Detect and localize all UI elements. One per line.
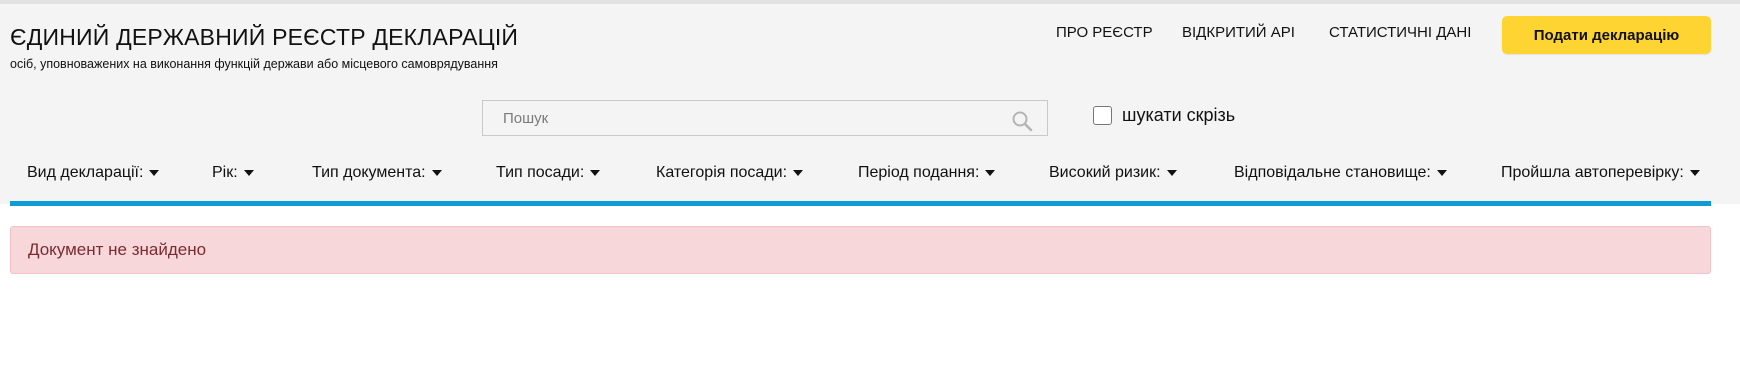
filter-label: Період подання: [858, 164, 980, 181]
filter-label: Тип документа: [312, 164, 426, 181]
caret-down-icon [1166, 170, 1177, 176]
caret-down-icon [985, 170, 996, 176]
filter-high-risk[interactable]: Високий ризик: [1049, 164, 1177, 182]
header: ЄДИНИЙ ДЕРЖАВНИЙ РЕЄСТР ДЕКЛАРАЦІЙ осіб,… [0, 4, 1740, 204]
search-input[interactable] [483, 101, 1047, 135]
search-box [482, 100, 1048, 136]
filter-bar: Вид декларації: Рік: Тип документа: Тип … [0, 164, 1740, 190]
filter-bar-underline [10, 201, 1711, 206]
site-subtitle: осіб, уповноважених на виконання функцій… [10, 57, 498, 71]
submit-declaration-button[interactable]: Подати декларацію [1502, 16, 1711, 54]
filter-document-type[interactable]: Тип документа: [312, 164, 442, 182]
filter-submission-period[interactable]: Період подання: [858, 164, 996, 182]
alert-message: Документ не знайдено [28, 240, 207, 259]
filter-label: Вид декларації: [27, 164, 144, 181]
filter-autocheck-passed[interactable]: Пройшла автоперевірку: [1501, 164, 1700, 182]
filter-position-type[interactable]: Тип посади: [496, 164, 601, 182]
filter-label: Категорія посади: [656, 164, 788, 181]
nav-link-about[interactable]: ПРО РЕЄСТР [1056, 24, 1153, 41]
caret-down-icon [149, 170, 160, 176]
checkbox-box[interactable] [1093, 106, 1112, 125]
caret-down-icon [1689, 170, 1700, 176]
filter-label: Тип посади: [496, 164, 585, 181]
filter-label: Рік: [212, 164, 238, 181]
filter-position-category[interactable]: Категорія посади: [656, 164, 804, 182]
caret-down-icon [1436, 170, 1447, 176]
filter-label: Відповідальне становище: [1234, 164, 1431, 181]
filter-responsible-position[interactable]: Відповідальне становище: [1234, 164, 1447, 182]
site-title[interactable]: ЄДИНИЙ ДЕРЖАВНИЙ РЕЄСТР ДЕКЛАРАЦІЙ [10, 24, 518, 51]
filter-label: Високий ризик: [1049, 164, 1161, 181]
filter-label: Пройшла автоперевірку: [1501, 164, 1684, 181]
search-everywhere-label: шукати скрізь [1122, 105, 1236, 125]
filter-declaration-type[interactable]: Вид декларації: [27, 164, 160, 182]
nav-link-open-api[interactable]: ВІДКРИТИЙ API [1182, 24, 1295, 41]
search-everywhere-checkbox[interactable]: шукати скрізь [1093, 105, 1235, 126]
nav-link-statistics[interactable]: СТАТИСТИЧНІ ДАНІ [1329, 24, 1471, 41]
caret-down-icon [793, 170, 804, 176]
filter-year[interactable]: Рік: [212, 164, 254, 182]
not-found-alert: Документ не знайдено [10, 226, 1711, 274]
caret-down-icon [243, 170, 254, 176]
caret-down-icon [431, 170, 442, 176]
caret-down-icon [590, 170, 601, 176]
search-icon[interactable] [1011, 110, 1033, 132]
